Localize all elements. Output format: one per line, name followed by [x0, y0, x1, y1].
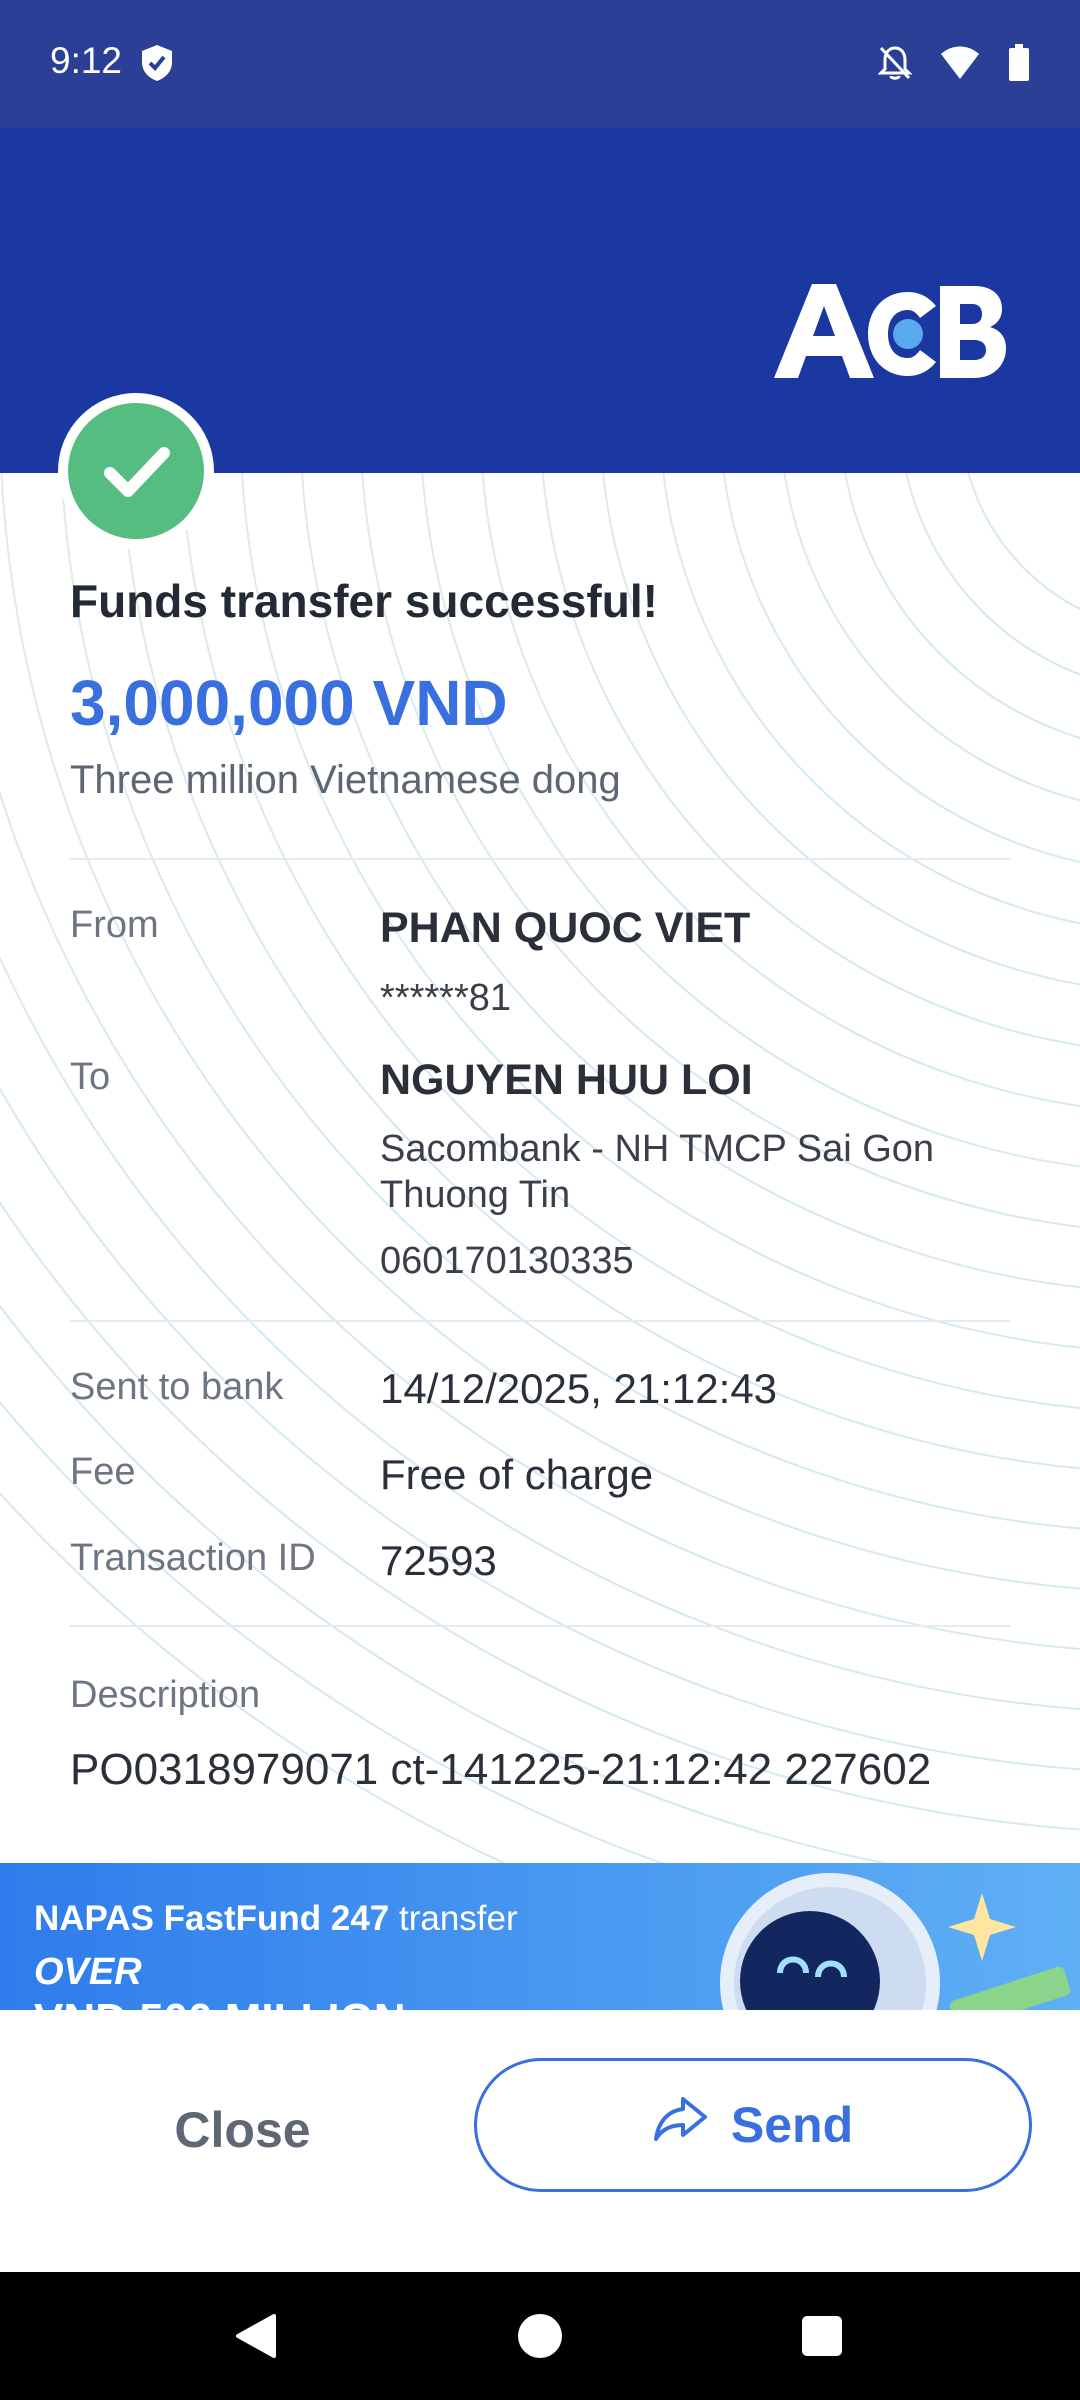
- description-value: PO0318979071 ct-141225-21:12:42 227602: [70, 1745, 932, 1794]
- fee-value: Free of charge: [380, 1451, 654, 1498]
- promo-headline: NAPAS FastFund 247 transfer: [34, 1899, 518, 1939]
- acb-logo: [770, 278, 1010, 393]
- back-icon[interactable]: [232, 2312, 278, 2365]
- close-button[interactable]: Close: [60, 2062, 425, 2198]
- home-icon[interactable]: [518, 2314, 562, 2358]
- to-bank-line1: Sacombank - NH TMCP Sai Gon: [380, 1128, 935, 1170]
- send-button[interactable]: Send: [474, 2058, 1032, 2192]
- promo-headline-rest: transfer: [389, 1899, 518, 1938]
- transfer-amount: 3,000,000 VND: [70, 667, 508, 739]
- status-icons: [877, 44, 1030, 87]
- promo-banner[interactable]: NAPAS FastFund 247 transfer OVER VND 500…: [0, 1863, 1080, 2010]
- from-label: From: [70, 904, 159, 946]
- to-account: 060170130335: [380, 1240, 634, 1282]
- from-account: ******81: [380, 977, 511, 1019]
- divider: [70, 858, 1010, 860]
- amount-in-words: Three million Vietnamese dong: [70, 758, 621, 802]
- shield-icon: [140, 44, 174, 87]
- action-bar: Close Send: [0, 2010, 1080, 2272]
- sent-to-bank-label: Sent to bank: [70, 1366, 284, 1408]
- battery-icon: [1008, 44, 1030, 87]
- promo-headline-bold: NAPAS FastFund 247: [34, 1899, 390, 1938]
- promo-amount: VND 500 MILLION: [34, 1995, 406, 2010]
- success-title: Funds transfer successful!: [70, 575, 658, 627]
- to-label: To: [70, 1056, 111, 1098]
- divider: [70, 1320, 1010, 1322]
- notifications-off-icon: [877, 45, 913, 86]
- transaction-id-label: Transaction ID: [70, 1537, 316, 1579]
- to-name: NGUYEN HUU LOI: [380, 1056, 753, 1104]
- to-bank-line2: Thuong Tin: [380, 1174, 571, 1216]
- sent-to-bank-value: 14/12/2025, 21:12:43: [380, 1365, 778, 1412]
- status-time: 9:12: [50, 40, 123, 81]
- description-label: Description: [70, 1674, 261, 1716]
- share-arrow-icon: [653, 2095, 709, 2155]
- divider: [70, 1625, 1010, 1627]
- promo-over: OVER: [34, 1951, 142, 1993]
- send-label: Send: [730, 2097, 854, 2153]
- promo-robot-icon: [720, 1873, 1071, 2010]
- wifi-icon: [940, 46, 980, 85]
- transaction-id-value: 72593: [380, 1537, 497, 1584]
- system-nav-bar: [0, 2272, 1080, 2400]
- from-name: PHAN QUOC VIET: [380, 904, 751, 952]
- recent-apps-icon[interactable]: [802, 2316, 842, 2356]
- success-check-icon: [68, 403, 204, 539]
- fee-label: Fee: [70, 1451, 136, 1493]
- status-bar: 9:12: [0, 0, 1080, 128]
